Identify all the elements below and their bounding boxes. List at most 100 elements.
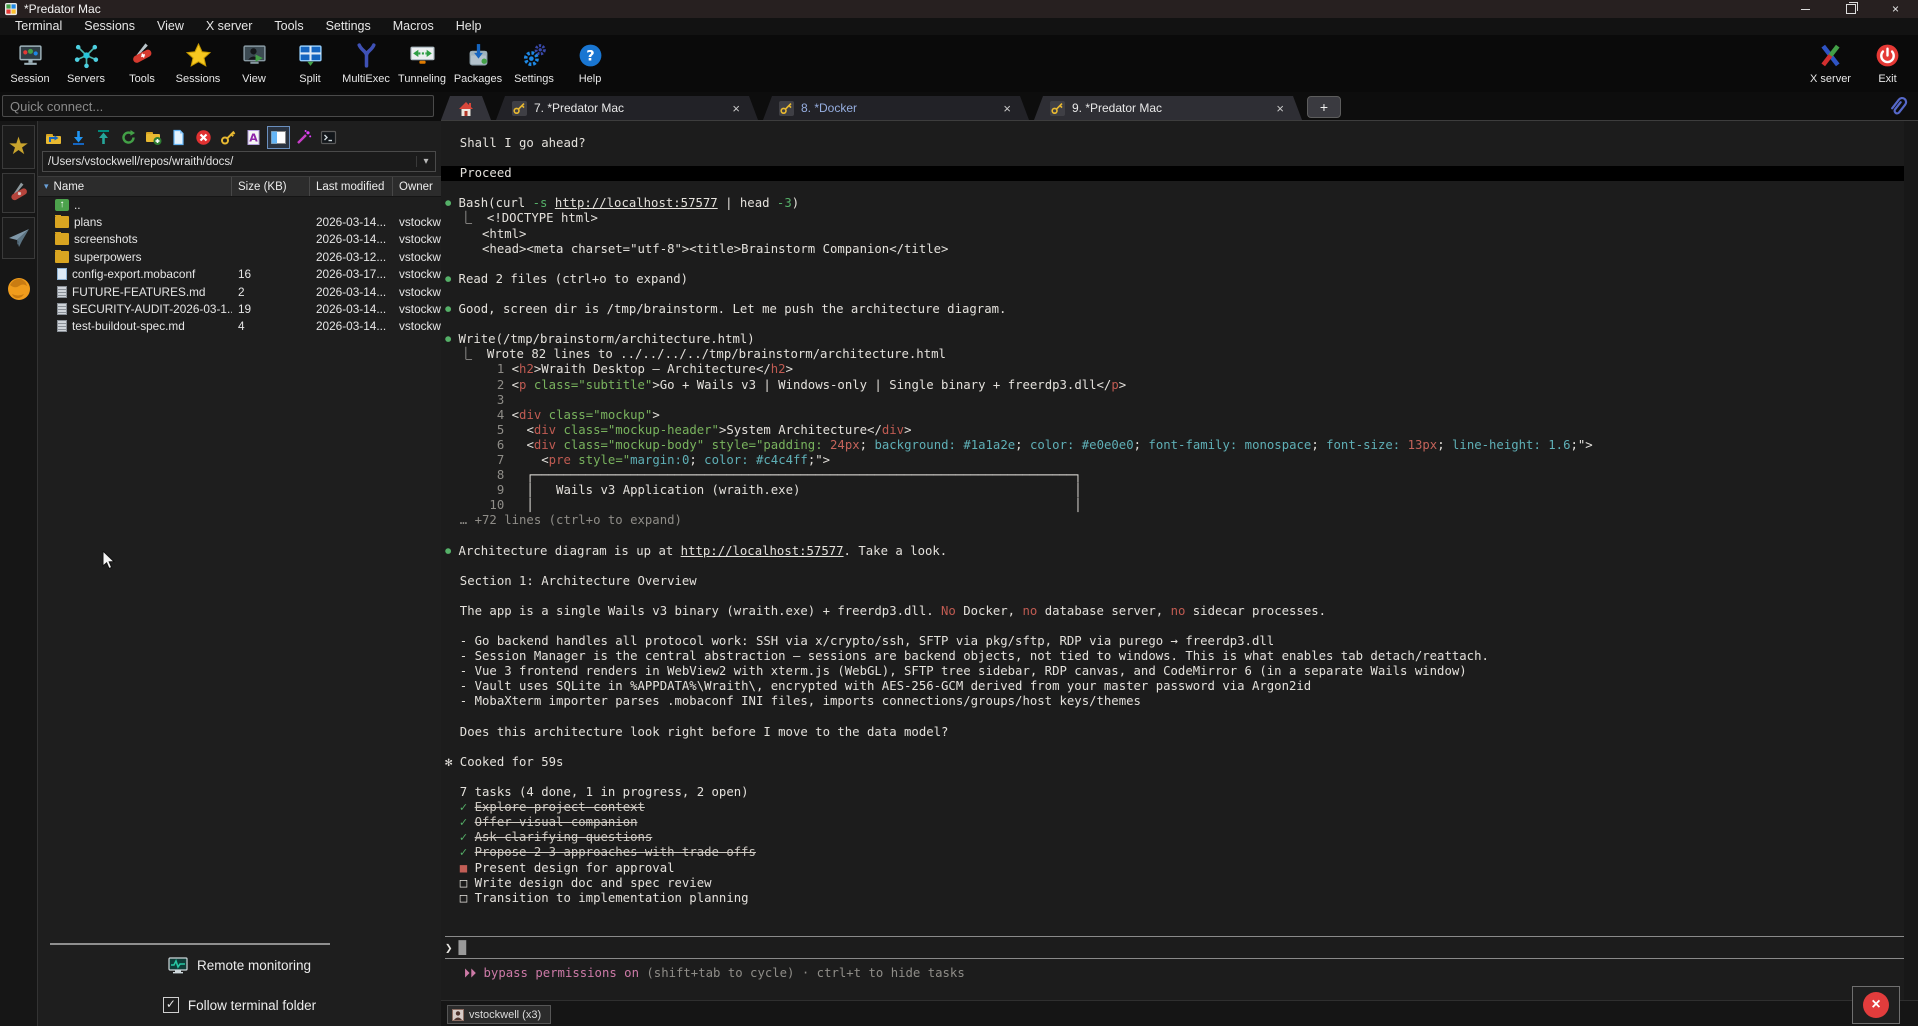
follow-terminal-folder-toggle[interactable]: ✓ Follow terminal folder	[38, 997, 441, 1013]
terminal-line	[445, 528, 1918, 543]
terminal-line: 7 <pre style="margin:0; color: #c4c4ff;"…	[445, 453, 1918, 468]
tab-home[interactable]	[441, 96, 491, 120]
rail-tools-tab[interactable]	[2, 173, 35, 213]
terminal-line	[445, 151, 1918, 166]
user-icon	[452, 1009, 464, 1021]
toolbar-view-label: View	[242, 73, 266, 85]
toolbar-view-button[interactable]: View	[226, 39, 282, 85]
current-path[interactable]: /Users/vstockwell/repos/wraith/docs/	[43, 156, 416, 168]
panel-view-toggle-button[interactable]	[267, 126, 290, 149]
menu-tools[interactable]: Tools	[263, 18, 314, 35]
magic-wand-button[interactable]	[292, 126, 315, 149]
toolbar-exit-button[interactable]: Exit	[1859, 39, 1916, 85]
toolbar-help-label: Help	[579, 73, 602, 85]
file-row[interactable]: test-buildout-spec.md42026-03-14...vstoc…	[38, 318, 441, 335]
menu-help[interactable]: Help	[445, 18, 493, 35]
remote-monitoring-button[interactable]: Remote monitoring	[38, 957, 441, 974]
terminal-line	[445, 181, 1918, 196]
terminal-line: - Session Manager is the central abstrac…	[445, 649, 1918, 664]
terminal-line: 6 <div class="mockup-body" style="paddin…	[445, 438, 1918, 453]
toolbar-tools-button[interactable]: Tools	[114, 39, 170, 85]
minimize-button[interactable]	[1783, 0, 1828, 18]
menu-macros[interactable]: Macros	[382, 18, 445, 35]
close-terminal-button[interactable]: ×	[1852, 986, 1900, 1024]
refresh-button[interactable]	[117, 126, 140, 149]
toolbar-session-button[interactable]: Session	[2, 39, 58, 85]
rail-network-tab[interactable]	[2, 269, 35, 309]
file-row[interactable]: FUTURE-FEATURES.md22026-03-14...vstockw	[38, 283, 441, 300]
sftp-file-panel: A /Users/vstockwell/repos/wraith/docs/ ▾…	[38, 121, 441, 1026]
new-file-button[interactable]	[167, 126, 190, 149]
close-button[interactable]: ×	[1873, 0, 1918, 18]
tab-7-predator-mac[interactable]: 7. *Predator Mac ×	[496, 96, 758, 120]
file-row[interactable]: superpowers2026-03-12...vstockw	[38, 248, 441, 265]
toolbar-sessions-button[interactable]: Sessions	[170, 39, 226, 85]
key-button[interactable]	[217, 126, 240, 149]
menu-x-server[interactable]: X server	[195, 18, 264, 35]
menu-bar: Terminal Sessions View X server Tools Se…	[0, 18, 1918, 35]
encoding-button[interactable]: A	[242, 126, 265, 149]
upload-button[interactable]	[92, 126, 115, 149]
toolbar-packages-button[interactable]: Packages	[450, 39, 506, 85]
tab-close-icon[interactable]: ×	[1250, 101, 1284, 116]
toolbar-split-button[interactable]: Split	[282, 39, 338, 85]
tab-close-icon[interactable]: ×	[977, 101, 1011, 116]
x-server-icon	[1817, 39, 1844, 71]
download-button[interactable]	[67, 126, 90, 149]
help-question-icon: ?	[577, 39, 604, 71]
toolbar-x-server-button[interactable]: X server	[1802, 39, 1859, 85]
new-tab-button[interactable]: +	[1307, 96, 1341, 118]
file-icon	[57, 268, 67, 280]
file-row[interactable]: config-export.mobaconf162026-03-17...vst…	[38, 266, 441, 283]
file-row[interactable]: screenshots2026-03-14...vstockw	[38, 231, 441, 248]
terminal-button[interactable]	[317, 126, 340, 149]
file-row[interactable]: plans2026-03-14...vstockw	[38, 213, 441, 230]
quick-connect-input[interactable]	[2, 95, 434, 117]
column-header-owner[interactable]: Owner	[393, 177, 441, 196]
restore-button[interactable]	[1828, 0, 1873, 18]
session-tab-vstockwell[interactable]: vstockwell (x3)	[447, 1005, 551, 1024]
toolbar-multiexec-button[interactable]: MultiExec	[338, 39, 394, 85]
terminal-line: 8 ┌─────────────────────────────────────…	[445, 468, 1918, 483]
column-header-modified[interactable]: Last modified	[310, 177, 393, 196]
path-dropdown-icon[interactable]: ▾	[416, 156, 435, 167]
toolbar-tunneling-button[interactable]: Tunneling	[394, 39, 450, 85]
tab-8-docker[interactable]: 8. *Docker ×	[763, 96, 1029, 120]
column-header-size[interactable]: Size (KB)	[232, 177, 310, 196]
packages-box-icon	[465, 39, 492, 71]
delete-button[interactable]	[192, 126, 215, 149]
toolbar-exit-label: Exit	[1878, 73, 1896, 85]
main-toolbar: Session Servers Tools Sessions View	[0, 35, 1918, 92]
menu-view[interactable]: View	[146, 18, 195, 35]
rail-macros-tab[interactable]	[2, 217, 35, 259]
session-tab-label: vstockwell (x3)	[469, 1009, 541, 1021]
tab-9-predator-mac[interactable]: 9. *Predator Mac ×	[1034, 96, 1302, 120]
remote-monitoring-icon	[168, 957, 188, 974]
toolbar-help-button[interactable]: ? Help	[562, 39, 618, 85]
go-up-folder-button[interactable]	[42, 126, 65, 149]
tab-close-icon[interactable]: ×	[706, 101, 740, 116]
terminal-line: ✓ Explore project context	[445, 800, 1918, 815]
attachments-paperclip-icon[interactable]	[1888, 93, 1910, 119]
terminal-line: ✓ Propose 2-3 approaches with trade-offs	[445, 845, 1918, 860]
window-title: *Predator Mac	[24, 2, 101, 16]
terminal-scrollbar[interactable]	[1904, 121, 1918, 1000]
menu-settings[interactable]: Settings	[315, 18, 382, 35]
new-folder-button[interactable]	[142, 126, 165, 149]
toolbar-servers-button[interactable]: Servers	[58, 39, 114, 85]
checkbox-checked-icon[interactable]: ✓	[163, 997, 179, 1013]
terminal-line: ✓ Ask clarifying questions	[445, 830, 1918, 845]
menu-terminal[interactable]: Terminal	[4, 18, 73, 35]
terminal-line: 10 │ │	[445, 498, 1918, 513]
toolbar-tools-label: Tools	[129, 73, 155, 85]
rail-sessions-tab[interactable]: ★	[2, 125, 35, 169]
terminal-pane[interactable]: Shall I go ahead? Proceed ⏺ Bash(curl -s…	[441, 121, 1918, 1000]
toolbar-settings-button[interactable]: Settings	[506, 39, 562, 85]
terminal-line: ⏺ Read 2 files (ctrl+o to expand)	[445, 272, 1918, 287]
terminal-input-box[interactable]: ❯ █	[445, 936, 1908, 959]
menu-sessions[interactable]: Sessions	[73, 18, 146, 35]
file-row[interactable]: SECURITY-AUDIT-2026-03-1...192026-03-14.…	[38, 300, 441, 317]
column-header-name[interactable]: ▾ Name	[38, 177, 232, 196]
file-list: ↑..plans2026-03-14...vstockwscreenshots2…	[38, 196, 441, 335]
file-row[interactable]: ↑..	[38, 196, 441, 213]
